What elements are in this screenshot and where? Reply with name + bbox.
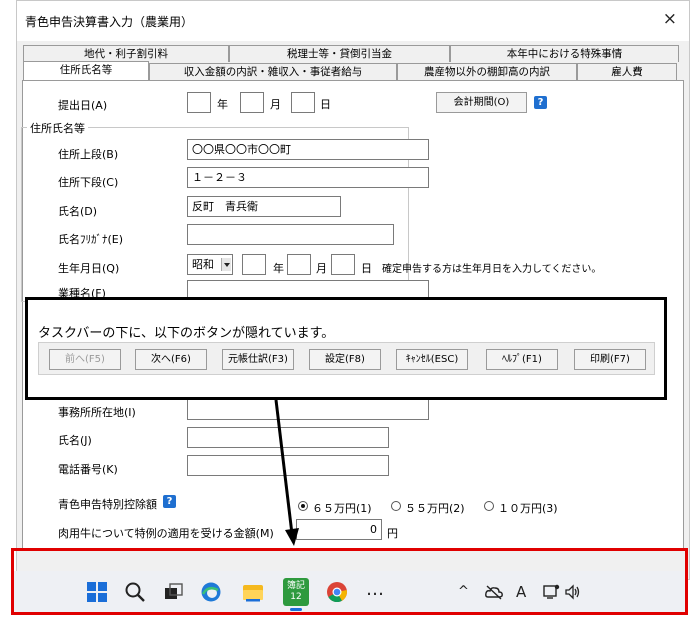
print-button[interactable]: 印刷(F7) — [574, 349, 646, 370]
tab-special-circumstances[interactable]: 本年中における特殊事情 — [450, 45, 679, 62]
title-bar: 青色申告決算書入力（農業用） × — [17, 1, 689, 41]
birthdate-label: 生年月日(Q) — [58, 262, 120, 275]
name-label: 氏名(D) — [58, 205, 98, 218]
settings-button[interactable]: 設定(F8) — [309, 349, 381, 370]
ledger-entry-button[interactable]: 元帳仕訳(F3) — [222, 349, 294, 370]
submit-year-input[interactable] — [187, 92, 211, 113]
taskbar-highlight-box — [11, 548, 688, 615]
birthdate-note: 確定申告する方は生年月日を入力してください。 — [382, 264, 602, 275]
beef-label: 肉用牛について特例の適用を受ける金額(M) — [58, 527, 274, 540]
address-lower-label: 住所下段(C) — [58, 176, 119, 189]
submit-month-input[interactable] — [240, 92, 264, 113]
office-name-label: 氏名(J) — [58, 434, 92, 447]
chevron-down-icon[interactable] — [221, 258, 231, 271]
pointer-arrow — [274, 399, 299, 546]
deduction-55-label[interactable]: ５５万円(2) — [405, 500, 465, 516]
birth-month-input[interactable] — [287, 254, 311, 275]
month-unit-label: 月 — [270, 98, 281, 111]
birth-month-unit: 月 — [316, 262, 327, 275]
accounting-period-button[interactable]: 会計期間(O) — [436, 92, 527, 113]
office-address-label: 事務所所在地(I) — [58, 406, 136, 419]
era-select-value: 昭和 — [192, 258, 214, 271]
tab-income-breakdown[interactable]: 収入金額の内訳・雑収入・事従者給与 — [149, 63, 397, 80]
office-phone-label: 電話番号(K) — [58, 463, 118, 476]
tab-employee-cost[interactable]: 雇人費 — [577, 63, 677, 80]
cancel-button[interactable]: ｷｬﾝｾﾙ(ESC) — [396, 349, 468, 370]
birth-year-unit: 年 — [273, 262, 284, 275]
submit-day-input[interactable] — [291, 92, 315, 113]
beef-amount-input[interactable]: 0 — [296, 519, 382, 540]
prev-button[interactable]: 前へ(F5) — [49, 349, 121, 370]
deduction-10-radio[interactable] — [484, 501, 494, 511]
deduction-10-label[interactable]: １０万円(3) — [498, 500, 558, 516]
name-kana-label: 氏名ﾌﾘｶﾞﾅ(E) — [58, 233, 124, 246]
tab-inventory[interactable]: 農産物以外の棚卸高の内訳 — [397, 63, 577, 80]
window-title: 青色申告決算書入力（農業用） — [25, 15, 194, 29]
deduction-label: 青色申告特別控除額 — [58, 498, 157, 511]
birth-day-unit: 日 — [361, 262, 372, 275]
hidden-button-bar: 前へ(F5) 次へ(F6) 元帳仕訳(F3) 設定(F8) ｷｬﾝｾﾙ(ESC)… — [38, 342, 655, 375]
tab-address-name[interactable]: 住所氏名等 — [23, 61, 149, 80]
day-unit-label: 日 — [320, 98, 331, 111]
beef-unit-label: 円 — [387, 527, 398, 540]
address-lower-input[interactable]: １－２－３ — [187, 167, 429, 188]
help-button[interactable]: ﾍﾙﾌﾟ(F1) — [486, 349, 558, 370]
birth-year-input[interactable] — [242, 254, 266, 275]
close-button[interactable]: × — [663, 9, 677, 29]
name-kana-input[interactable] — [187, 224, 394, 245]
year-unit-label: 年 — [217, 98, 228, 111]
deduction-help-icon[interactable]: ? — [163, 495, 176, 508]
callout-text: タスクバーの下に、以下のボタンが隠れています。 — [38, 326, 335, 341]
birth-day-input[interactable] — [331, 254, 355, 275]
office-address-input[interactable] — [187, 399, 429, 420]
tab-tax-accountant[interactable]: 税理士等・貸倒引当金 — [229, 45, 450, 62]
callout-box: タスクバーの下に、以下のボタンが隠れています。 前へ(F5) 次へ(F6) 元帳… — [25, 297, 667, 400]
address-upper-label: 住所上段(B) — [58, 148, 119, 161]
name-input[interactable]: 反町 青兵衛 — [187, 196, 341, 217]
deduction-55-radio[interactable] — [391, 501, 401, 511]
next-button[interactable]: 次へ(F6) — [135, 349, 207, 370]
help-icon[interactable]: ? — [534, 96, 547, 109]
address-group-label: 住所氏名等 — [27, 120, 88, 136]
tab-rent-interest[interactable]: 地代・利子割引料 — [23, 45, 229, 62]
deduction-65-label[interactable]: ６５万円(1) — [312, 500, 372, 516]
submit-date-label: 提出日(A) — [58, 99, 108, 112]
address-upper-input[interactable]: 〇〇県〇〇市〇〇町 — [187, 139, 429, 160]
